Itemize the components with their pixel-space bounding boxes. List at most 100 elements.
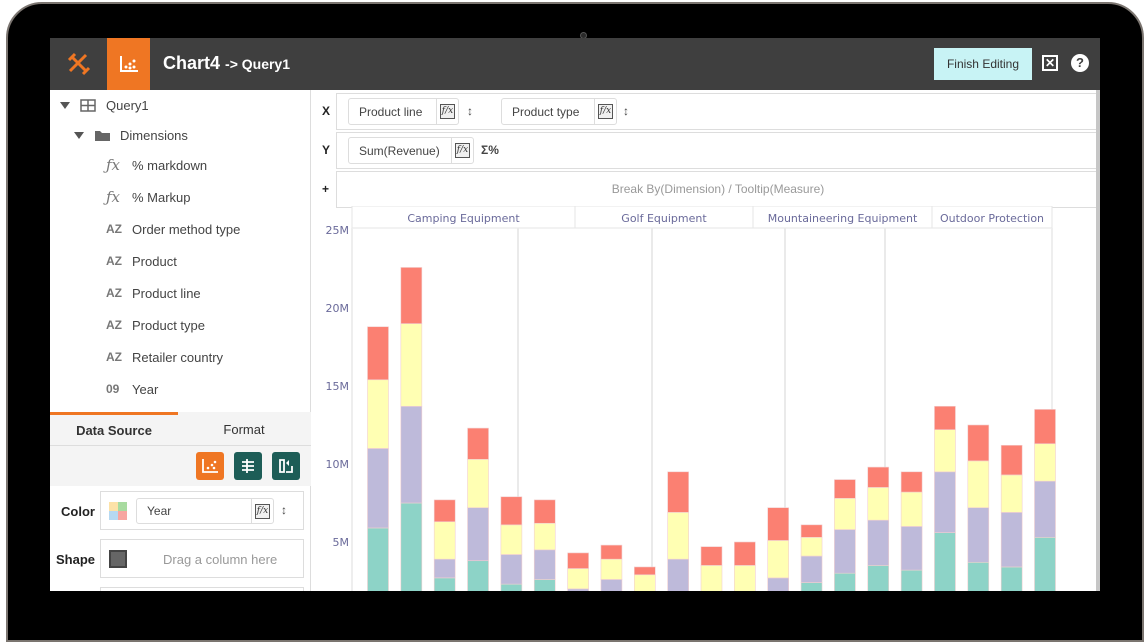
y-shelf[interactable]: Sum(Revenue) f/x Σ%	[336, 132, 1100, 169]
sort-icon[interactable]: ↕	[467, 104, 473, 118]
bar-segment	[500, 554, 523, 585]
stacked-bar-chart: Camping Equipment Golf Equipment Mountaine…	[326, 206, 1056, 591]
tree-item-field[interactable]: AZ Product line	[106, 283, 201, 303]
formula-icon: f/x	[255, 503, 270, 519]
close-icon[interactable]: ✕	[1042, 55, 1058, 71]
x-shelf[interactable]: Product line f/x ↕ Product type f/x ↕	[336, 93, 1100, 130]
next-shelf[interactable]	[100, 587, 304, 591]
panel-tabs: Data Source Format	[50, 412, 311, 446]
formula-button[interactable]: f/x	[594, 99, 616, 124]
color-shelf[interactable]: Year f/x ↕	[100, 491, 304, 530]
tree-item-label: Year	[132, 381, 159, 397]
bar-segment	[867, 466, 890, 488]
tree-folder-dimensions[interactable]: Dimensions	[74, 125, 188, 145]
tree-item-field[interactable]: AZ Product	[106, 251, 177, 271]
color-label: Color	[61, 504, 95, 519]
x-field-label: Product line	[359, 104, 423, 119]
formula-button[interactable]: f/x	[436, 99, 458, 124]
x-field-chip-product-type[interactable]: Product type f/x	[501, 98, 617, 125]
bar-segment	[934, 405, 956, 430]
bar-segment	[967, 507, 990, 563]
tab-data-source[interactable]: Data Source	[50, 412, 178, 446]
app-logo[interactable]	[50, 38, 107, 90]
bar-segment	[900, 526, 923, 571]
color-palette-icon	[109, 502, 127, 520]
tab-format[interactable]: Format	[180, 412, 308, 446]
bar-segment	[700, 565, 723, 591]
bar-segment	[867, 565, 890, 591]
chart-type-button[interactable]	[107, 38, 150, 90]
bar-segment	[533, 499, 556, 524]
bar-segment	[433, 558, 456, 579]
bar-segment	[367, 379, 389, 449]
color-formula-button[interactable]: f/x	[251, 499, 273, 523]
tree-item-field[interactable]: AZ Product type	[106, 315, 205, 335]
sort-icon[interactable]: ↕	[281, 503, 287, 517]
tree-item-label: Product	[132, 253, 177, 269]
swap-axes-button[interactable]	[272, 452, 300, 480]
shape-shelf[interactable]: Drag a column here	[100, 539, 304, 578]
y-field-chip-revenue[interactable]: Sum(Revenue) f/x	[348, 137, 474, 164]
bar-segment	[400, 267, 423, 324]
bar-segment	[800, 582, 823, 591]
bar-segment	[800, 537, 823, 557]
tree-item-field[interactable]: 09 Year	[106, 379, 158, 399]
y-tick-label: 20M	[326, 302, 350, 315]
bar-segment	[467, 560, 489, 591]
color-field-chip[interactable]: Year f/x	[136, 498, 274, 524]
tree-folder-label: Dimensions	[120, 127, 188, 143]
bar-segment	[467, 507, 489, 562]
bar-segment	[867, 487, 890, 521]
shape-square-icon	[109, 550, 127, 568]
text-type-icon: AZ	[106, 350, 122, 364]
caret-down-icon[interactable]	[60, 101, 70, 109]
tree-item-label: Product line	[132, 285, 201, 301]
chart-settings-button[interactable]	[196, 452, 224, 480]
shape-placeholder: Drag a column here	[163, 552, 278, 567]
tree-root-query1[interactable]: Query1	[60, 95, 149, 115]
left-panel: Query1 Dimensions ƒx % markdown ƒx % Markup…	[50, 90, 311, 591]
bar-segment	[367, 326, 389, 381]
bar-segment	[1034, 443, 1056, 482]
bar-segment	[500, 583, 523, 591]
bar-segment	[800, 524, 823, 538]
group-label: Outdoor Protection	[940, 212, 1044, 225]
app-screen: Chart4 -> Query1 Finish Editing ✕ ? Quer…	[50, 38, 1100, 591]
tree-root-label: Query1	[106, 97, 149, 113]
bar-segment	[433, 521, 456, 560]
tree-item-field[interactable]: ƒx % markdown	[106, 155, 207, 175]
formula-icon: ƒx	[106, 156, 121, 174]
y-tick-label: 5M	[333, 536, 350, 549]
finish-editing-button[interactable]: Finish Editing	[934, 48, 1032, 80]
bar-segment	[567, 568, 589, 590]
tree-item-field[interactable]: ƒx % Markup	[106, 187, 191, 207]
filter-lines-icon	[242, 459, 254, 473]
formula-button[interactable]: f/x	[451, 138, 473, 163]
chart-editor: X Product line f/x ↕ Product type f/x ↕ …	[312, 90, 1100, 591]
text-type-icon: AZ	[106, 318, 122, 332]
scatter-settings-icon	[202, 459, 218, 473]
break-by-shelf[interactable]: Break By(Dimension) / Tooltip(Measure)	[336, 171, 1100, 208]
bar-segment	[767, 577, 790, 591]
top-bar: Chart4 -> Query1 Finish Editing ✕ ?	[50, 38, 1100, 90]
bar-segment	[567, 552, 589, 569]
sort-icon[interactable]: ↕	[623, 104, 629, 118]
bar-segment	[834, 498, 856, 530]
tree-item-field[interactable]: AZ Retailer country	[106, 347, 223, 367]
group-label: Camping Equipment	[407, 212, 520, 225]
vertical-scrollbar[interactable]	[1096, 90, 1100, 591]
swap-icon	[279, 459, 293, 473]
query-name: -> Query1	[225, 56, 291, 72]
x-field-chip-product-line[interactable]: Product line f/x	[348, 98, 459, 125]
sigma-percent-icon[interactable]: Σ%	[481, 143, 499, 157]
bar-segment	[800, 555, 823, 583]
bar-segment	[734, 565, 756, 591]
caret-down-icon[interactable]	[74, 131, 84, 139]
bar-segment	[934, 471, 956, 533]
bar-segment	[633, 566, 656, 576]
help-icon[interactable]: ?	[1071, 54, 1089, 72]
bar-segment	[367, 527, 389, 591]
tree-item-field[interactable]: AZ Order method type	[106, 219, 240, 239]
bar-segment	[600, 544, 623, 560]
filter-button[interactable]	[234, 452, 262, 480]
